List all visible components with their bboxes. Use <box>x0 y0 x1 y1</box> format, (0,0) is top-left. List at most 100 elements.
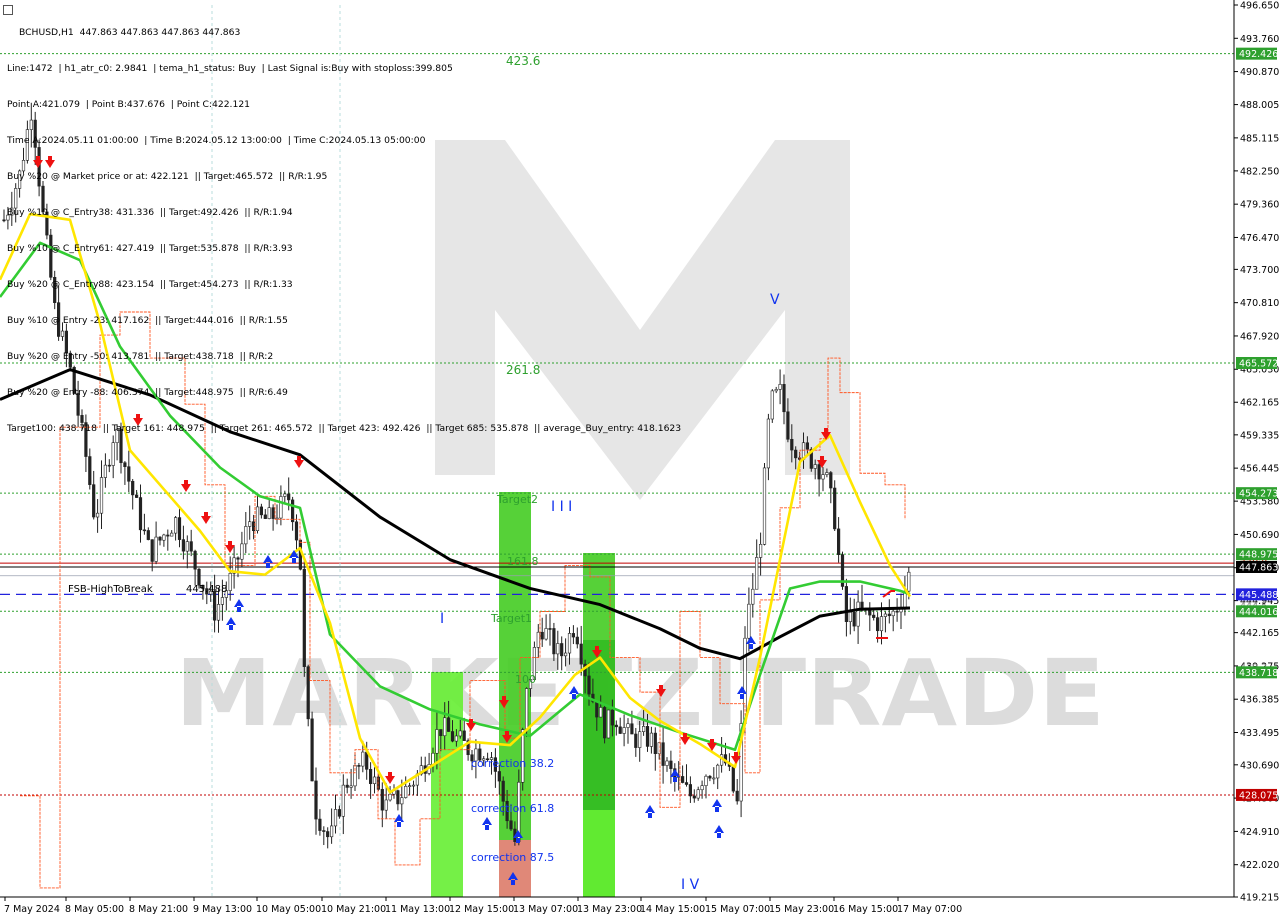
buy-arrow-icon <box>482 817 492 830</box>
candle-body <box>688 784 692 797</box>
candle-body <box>431 752 435 765</box>
candle-body <box>446 717 451 732</box>
wave-label: V <box>770 292 780 308</box>
candle-body <box>368 769 373 784</box>
sell-arrow-icon <box>201 512 211 524</box>
candle-body <box>216 604 221 621</box>
candle-body <box>833 487 837 530</box>
candle-body <box>716 764 720 779</box>
candle-body <box>563 652 568 657</box>
candle-body <box>766 418 770 469</box>
candle-body <box>696 789 700 799</box>
candle-body <box>649 732 653 747</box>
candle-body <box>645 726 650 747</box>
wave-label: I <box>440 611 444 627</box>
candle-body <box>704 775 708 786</box>
target-label: Target2 <box>496 493 538 506</box>
candle-body <box>821 474 825 480</box>
candle-body <box>891 610 895 617</box>
info-line: Buy %10 @ Entry -23: 417.162 || Target:4… <box>7 315 288 326</box>
candle-body <box>614 724 618 728</box>
y-tick-label: 493.760 <box>1240 34 1279 45</box>
candle-body <box>361 751 365 767</box>
candle-body <box>852 611 856 627</box>
candle-body <box>805 442 809 450</box>
candle-body <box>99 477 104 514</box>
y-tick-label: 456.445 <box>1240 464 1279 475</box>
candle-body <box>220 597 225 605</box>
level-tag-label: 492.426 <box>1239 49 1278 60</box>
chart-stage: MARKETZITRADE 423.6 261.8 161.8 100 Target2 T… <box>0 0 1280 920</box>
candle-body <box>794 449 798 459</box>
candle-body <box>731 766 735 792</box>
candle-body <box>349 785 353 788</box>
candle-body <box>782 384 786 413</box>
x-tick-label: 17 May 07:00 <box>897 904 962 915</box>
candle-body <box>384 799 388 811</box>
x-tick-label: 8 May 05:00 <box>65 904 124 915</box>
candle-body <box>622 727 626 734</box>
correction-label: correction 87.5 <box>471 851 554 864</box>
candle-body <box>255 506 260 531</box>
candle-body <box>548 628 552 630</box>
y-tick-label: 422.020 <box>1240 860 1279 871</box>
candle-body <box>388 793 392 801</box>
candle-body <box>310 718 314 782</box>
candle-body <box>267 507 271 519</box>
candle-body <box>337 809 342 817</box>
candle-body <box>345 784 349 788</box>
x-tick-label: 15 May 23:00 <box>769 904 834 915</box>
correction-label: correction 38.2 <box>471 757 554 770</box>
candle-body <box>236 557 240 560</box>
candle-body <box>135 494 139 498</box>
candle-body <box>404 786 408 798</box>
candle-body <box>279 496 283 519</box>
candle-body <box>92 484 96 518</box>
level-tag-label: 448.975 <box>1239 550 1278 561</box>
candle-body <box>88 456 92 485</box>
x-tick-label: 14 May 15:00 <box>640 904 705 915</box>
y-tick-label: 473.700 <box>1240 265 1279 276</box>
candle-body <box>138 497 143 531</box>
wave-label: I V <box>681 877 700 893</box>
candle-body <box>400 797 404 805</box>
level-tag-label: 447.863 <box>1239 562 1278 573</box>
fsb-value-label: 445.488 <box>186 584 227 595</box>
level-tag-label: 444.016 <box>1239 607 1278 618</box>
candle-body <box>458 730 462 737</box>
candle-body <box>521 729 525 783</box>
x-tick-label: 10 May 21:00 <box>321 904 386 915</box>
y-tick-label: 496.650 <box>1240 1 1279 12</box>
candle-body <box>829 472 833 489</box>
candle-body <box>411 784 416 787</box>
candle-body <box>602 707 607 739</box>
candle-body <box>290 499 295 523</box>
candle-body <box>641 726 646 732</box>
candle-body <box>638 731 642 748</box>
x-tick-label: 7 May 2024 <box>4 904 60 915</box>
candle-body <box>318 818 322 831</box>
sell-arrow-icon <box>225 541 235 553</box>
candle-body <box>669 760 673 769</box>
x-tick-label: 12 May 15:00 <box>449 904 514 915</box>
info-line: Buy %10 @ C_Entry61: 427.419 || Target:5… <box>7 243 293 254</box>
candle-body <box>758 544 763 558</box>
candle-body <box>154 536 158 562</box>
candle-body <box>193 550 197 570</box>
candle-body <box>571 633 575 638</box>
info-line: Buy %20 @ Entry -88: 406.374 || Target:4… <box>7 387 288 398</box>
candle-body <box>786 411 790 440</box>
candle-body <box>587 675 591 695</box>
candle-body <box>177 517 182 540</box>
info-line: Buy %20 @ Entry -50: 413.781 || Target:4… <box>7 351 274 362</box>
candle-body <box>314 780 318 820</box>
candle-body <box>606 709 611 739</box>
candle-body <box>107 464 111 467</box>
x-tick-label: 10 May 05:00 <box>256 904 321 915</box>
target-zone <box>431 672 463 897</box>
y-tick-label: 433.495 <box>1240 728 1279 739</box>
candle-body <box>692 795 696 799</box>
buy-arrow-icon <box>714 825 724 838</box>
candle-body <box>248 521 252 527</box>
info-line: Line:1472 | h1_atr_c0: 2.9841 | tema_h1_… <box>7 63 453 74</box>
